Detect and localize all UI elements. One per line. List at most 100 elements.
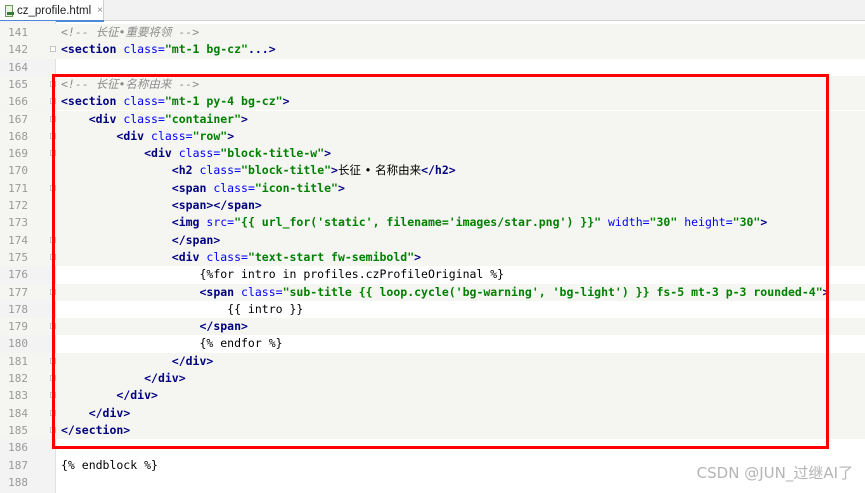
code-line[interactable]: 186	[0, 439, 865, 456]
code-line[interactable]: 165 <!-- 长征•名称由来 -->	[0, 75, 865, 94]
line-number: 187	[8, 458, 28, 472]
code-line[interactable]: 171 <span class="icon-title">	[0, 179, 865, 197]
fold-marker-icon[interactable]	[50, 253, 56, 260]
line-number: 167	[8, 112, 28, 126]
code-text: <span class="sub-title {{ loop.cycle('bg…	[61, 284, 829, 301]
code-token: "30"	[649, 215, 678, 230]
code-line[interactable]: 172 <span></span>	[0, 197, 865, 215]
code-token: </div>	[144, 371, 186, 385]
line-number: 177	[8, 285, 28, 299]
code-token: "mt-1 bg-cz"	[164, 42, 248, 57]
fold-marker-icon[interactable]	[50, 115, 56, 122]
code-line[interactable]: 168 <div class="row">	[0, 127, 865, 146]
code-token: <!--	[61, 76, 96, 91]
code-text: {{ intro }}	[61, 301, 303, 318]
code-line[interactable]: 178 {{ intro }}	[0, 301, 865, 318]
fold-marker-icon[interactable]	[50, 132, 56, 139]
line-number: 168	[8, 129, 28, 143]
code-line[interactable]: 177 <span class="sub-title {{ loop.cycle…	[0, 283, 865, 301]
line-number: 166	[8, 95, 28, 109]
fold-marker-icon[interactable]	[50, 98, 56, 105]
line-number: 171	[8, 181, 28, 195]
code-text: <h2 class="block-title">长征 • 名称由来</h2>	[61, 162, 456, 179]
code-line[interactable]: 175 <div class="text-start fw-semibold">	[0, 248, 865, 267]
code-line[interactable]: 176 {%for intro in profiles.czProfileOri…	[0, 266, 865, 283]
code-token: -->	[171, 76, 200, 91]
fold-marker-icon[interactable]	[50, 46, 56, 53]
code-line[interactable]: 164	[0, 59, 865, 76]
code-line[interactable]: 184 </div>	[0, 404, 865, 422]
code-token: <div	[88, 111, 124, 126]
code-line[interactable]: 182 </div>	[0, 370, 865, 388]
code-line[interactable]: 181 </div>	[0, 352, 865, 370]
code-token: class=	[123, 111, 165, 126]
editor-tab-bar: cz_profile.html ×	[0, 0, 865, 22]
fold-marker-icon[interactable]	[50, 184, 56, 191]
code-token: >	[241, 111, 248, 126]
code-token: "block-title"	[241, 163, 332, 178]
close-icon[interactable]: ×	[97, 5, 103, 16]
code-token: class=	[241, 284, 283, 299]
line-number: 188	[8, 475, 28, 489]
code-token: <div	[171, 249, 207, 264]
fold-marker-icon[interactable]	[50, 375, 56, 381]
code-line[interactable]: 174 </span>	[0, 231, 865, 249]
code-token: "30"	[732, 215, 761, 230]
code-token: class=	[123, 94, 165, 109]
code-token: "{{ url_for('static', filename='images/s…	[234, 215, 602, 230]
code-token: <span></span>	[171, 198, 262, 212]
line-number: 176	[8, 268, 28, 282]
code-editor[interactable]: 141 <!-- 长征•重要将领 --> 142 <section class="mt…	[0, 21, 865, 493]
code-token: height=	[684, 215, 733, 230]
fold-marker-icon[interactable]	[50, 288, 56, 295]
fold-marker-icon[interactable]	[50, 409, 56, 416]
code-line[interactable]: 166 <section class="mt-1 py-4 bg-cz">	[0, 93, 865, 111]
code-token: ...>	[247, 42, 276, 57]
code-token: "container"	[164, 111, 242, 126]
fold-marker-icon[interactable]	[50, 80, 56, 87]
line-number: 172	[8, 199, 28, 212]
tab-cz-profile-html[interactable]: cz_profile.html ×	[0, 0, 104, 22]
code-token: src=	[206, 215, 235, 230]
code-line[interactable]: 169 <div class="block-title-w">	[0, 145, 865, 163]
fold-marker-icon[interactable]	[50, 150, 56, 157]
code-text: <div class="container">	[61, 111, 248, 128]
code-text: <img src="{{ url_for('static', filename=…	[61, 214, 768, 231]
code-text: <span></span>	[61, 197, 262, 214]
line-number: 141	[8, 26, 28, 39]
code-token: class=	[199, 163, 242, 178]
tab-filename: cz_profile.html	[17, 4, 92, 17]
code-line[interactable]: 170 <h2 class="block-title">长征 • 名称由来</h…	[0, 162, 865, 180]
fold-marker-icon[interactable]	[50, 323, 56, 330]
line-number: 185	[8, 423, 28, 437]
code-line[interactable]: 142 <section class="mt-1 bg-cz"...>	[0, 41, 865, 59]
code-line[interactable]: 180 {% endfor %}	[0, 335, 865, 352]
code-text: </div>	[61, 405, 131, 422]
code-token: <h2	[171, 163, 200, 178]
fold-marker-icon[interactable]	[50, 392, 56, 399]
code-token: <span	[199, 284, 242, 299]
code-token: >	[760, 215, 768, 230]
fold-marker-icon[interactable]	[50, 426, 56, 433]
code-line[interactable]: 141 <!-- 长征•重要将领 -->	[0, 24, 865, 42]
code-line[interactable]: 179 </span>	[0, 318, 865, 336]
line-number: 142	[8, 43, 28, 57]
code-line[interactable]: 185 </section>	[0, 421, 865, 440]
fold-marker-icon[interactable]	[50, 236, 56, 243]
fold-marker-icon[interactable]	[50, 357, 56, 364]
code-token: </span>	[199, 319, 248, 334]
code-line[interactable]: 173 <img src="{{ url_for('static', filen…	[0, 214, 865, 232]
code-line[interactable]: 167 <div class="container">	[0, 110, 865, 128]
code-token: </div>	[88, 405, 131, 420]
line-number: 170	[8, 164, 28, 178]
code-line[interactable]: 183 </div>	[0, 387, 865, 405]
